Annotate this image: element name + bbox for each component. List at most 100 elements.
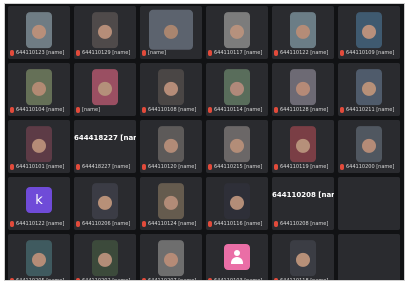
participant-video: [164, 195, 178, 210]
participant-name: 644110118 [name]: [280, 278, 329, 281]
participant-name: 644110119 [name]: [280, 164, 329, 170]
participant-namebar: 644110117 [name]: [208, 49, 266, 57]
participant-video: [98, 24, 112, 39]
participant-tile[interactable]: 644110215 [name]: [206, 120, 268, 173]
participant-name: 644110122 [name]: [280, 50, 329, 56]
participant-video: [296, 138, 310, 153]
participant-tile[interactable]: 644110116 [name]: [206, 177, 268, 230]
participant-namebar: [name]: [76, 106, 134, 114]
participant-namebar: 644110208 [name]: [274, 220, 332, 228]
participant-tile[interactable]: 644110200 [name]: [338, 120, 400, 173]
participant-namebar: 644110124 [name]: [142, 220, 200, 228]
participant-namebar: 644110211 [name]: [340, 106, 398, 114]
participant-video: [164, 138, 178, 153]
participant-namebar: 644110123 [name]: [10, 49, 68, 57]
mic-muted-icon: [274, 221, 278, 227]
participant-tile[interactable]: 644110101 [name]: [8, 120, 70, 173]
participant-video: [98, 252, 112, 267]
participant-tile[interactable]: 644110124 [name]: [140, 177, 202, 230]
participant-tile[interactable]: 644110207 [name]: [140, 234, 202, 280]
participant-name: [name]: [82, 107, 101, 113]
participant-name: 644110129 [name]: [82, 50, 131, 56]
participant-namebar: 644110122 [name]: [274, 49, 332, 57]
participant-video: [362, 81, 376, 96]
participant-name: 644110215 [name]: [214, 164, 263, 170]
participant-name: 644110211 [name]: [346, 107, 395, 113]
participant-name: 644110104 [name]: [16, 107, 65, 113]
participant-name: 644110103 [name]: [214, 278, 263, 281]
avatar-letter: k: [35, 192, 43, 208]
participant-namebar: 644110103 [name]: [208, 277, 266, 281]
participant-name: 644110206 [name]: [82, 221, 131, 227]
mic-muted-icon: [142, 164, 146, 170]
participant-name: 644110108 [name]: [148, 107, 197, 113]
participant-namebar: 644110108 [name]: [142, 106, 200, 114]
participant-tile[interactable]: 644110114 [name]: [206, 63, 268, 116]
mic-muted-icon: [274, 107, 278, 113]
participant-namebar: 644110202 [name]: [76, 277, 134, 280]
participant-name: 644110101 [name]: [16, 164, 65, 170]
user-silhouette-icon: [230, 250, 244, 264]
mic-muted-icon: [340, 164, 344, 170]
participant-video: [98, 81, 112, 96]
participant-name: 644110124 [name]: [148, 221, 197, 227]
participant-tile[interactable]: 644110119 [name]: [272, 120, 334, 173]
participant-tile[interactable]: 644110129 [name]: [74, 6, 136, 59]
participant-name: 644110114 [name]: [214, 107, 263, 113]
participant-video: [296, 24, 310, 39]
participant-tile[interactable]: 644418227 [name] 644418227 [name]: [74, 120, 136, 173]
participant-video: [230, 24, 244, 39]
participant-tile[interactable]: 644110122 [name]: [272, 6, 334, 59]
participant-name: 644110128 [name]: [280, 107, 329, 113]
participant-namebar: 644110200 [name]: [340, 163, 398, 171]
mic-muted-icon: [76, 278, 80, 280]
participant-name: 644110205 [name]: [16, 278, 65, 281]
mic-muted-icon: [76, 50, 80, 56]
participant-namebar: 644110215 [name]: [208, 163, 266, 171]
mic-muted-icon: [142, 50, 146, 56]
participant-tile[interactable]: 644110118 [name]: [272, 234, 334, 281]
mic-muted-icon: [142, 107, 146, 113]
participant-video: [296, 81, 310, 96]
participant-video: [98, 195, 112, 210]
mic-muted-icon: [340, 50, 344, 56]
participant-tile[interactable]: 644110104 [name]: [8, 63, 70, 116]
participant-tile[interactable]: [name]: [74, 63, 136, 116]
mic-muted-icon: [208, 221, 212, 227]
participant-tile[interactable]: 644110123 [name]: [8, 6, 70, 59]
participant-namebar: 644110206 [name]: [76, 220, 134, 228]
participant-avatar: [224, 244, 250, 270]
participant-tile[interactable]: 644110202 [name]: [74, 234, 136, 280]
participant-namebar: 644110114 [name]: [208, 106, 266, 114]
mic-muted-icon: [76, 164, 80, 170]
participant-tile[interactable]: 644110120 [name]: [140, 120, 202, 173]
participant-name: 644110123 [name]: [16, 50, 65, 56]
participant-tile[interactable]: 644110208 [name] 644110208 [name]: [272, 177, 334, 230]
mic-muted-icon: [208, 107, 212, 113]
mic-muted-icon: [208, 278, 212, 280]
participant-namebar: 644110119 [name]: [274, 163, 332, 171]
participant-tile[interactable]: 644110205 [name]: [8, 234, 70, 281]
mic-muted-icon: [340, 107, 344, 113]
participant-name: 644110122 [name]: [16, 221, 65, 227]
participant-tile[interactable]: 644110206 [name]: [74, 177, 136, 230]
participant-video: [32, 81, 46, 96]
participant-tile[interactable]: k 644110122 [name]: [8, 177, 70, 230]
participant-video: [32, 24, 46, 39]
empty-tile: [338, 177, 400, 230]
participant-tile[interactable]: 644110109 [name]: [338, 6, 400, 59]
participant-tile[interactable]: 644110128 [name]: [272, 63, 334, 116]
participant-namebar: 644110128 [name]: [274, 106, 332, 114]
participant-name: 644110109 [name]: [346, 50, 395, 56]
participant-tile[interactable]: 644110103 [name]: [206, 234, 268, 281]
mic-muted-icon: [208, 164, 212, 170]
participant-tile[interactable]: 644110108 [name]: [140, 63, 202, 116]
participant-tile[interactable]: 644110211 [name]: [338, 63, 400, 116]
mic-muted-icon: [76, 107, 80, 113]
participant-tile[interactable]: 644110117 [name]: [206, 6, 268, 59]
participant-tile[interactable]: [name]: [140, 6, 202, 59]
participant-namebar: 644110101 [name]: [10, 163, 68, 171]
participant-name: 644110208 [name]: [280, 221, 329, 227]
mic-muted-icon: [274, 50, 278, 56]
meeting-gallery: 644110123 [name] 644110129 [name] [name] 64…: [4, 3, 405, 281]
